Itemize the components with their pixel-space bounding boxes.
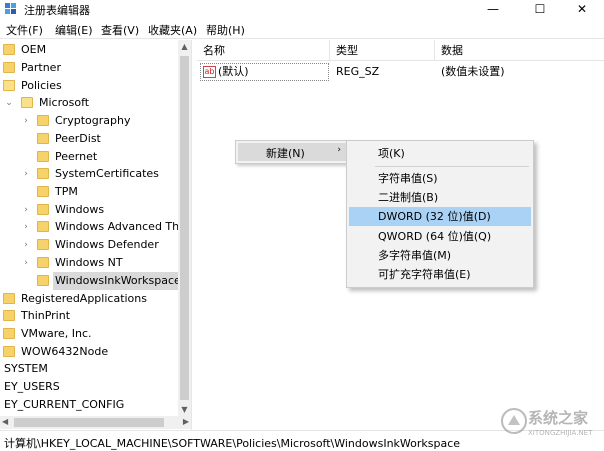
tree-vertical-scrollbar[interactable]: ▲ ▼ [178,40,191,416]
folder-icon [3,310,15,321]
maximize-button[interactable]: ☐ [518,0,562,18]
scroll-right-icon[interactable]: ▶ [183,417,189,426]
column-header-data[interactable]: 数据 [435,40,604,61]
chevron-right-icon: › [337,145,341,155]
menu-file[interactable]: 文件(F) [6,22,43,38]
folder-icon [37,168,49,179]
menu-item-qword-value[interactable]: QWORD (64 位)值(Q) [349,227,531,246]
chevron-down-icon[interactable]: ⌄ [4,94,14,112]
tree-horizontal-scrollbar[interactable]: ◀ ▶ [0,416,191,429]
folder-icon [3,328,15,339]
chevron-right-icon[interactable]: › [21,218,31,236]
folder-icon [37,133,49,144]
scrollbar-thumb[interactable] [180,56,189,400]
watermark: 系统之家 XITONGZHIJIA.NET [498,403,602,449]
scrollbar-thumb[interactable] [14,418,164,427]
menu-item-multi-string-value[interactable]: 多字符串值(M) [349,246,531,265]
watermark-url: XITONGZHIJIA.NET [528,429,593,437]
menu-item-dword-value[interactable]: DWORD (32 位)值(D) [349,207,531,226]
close-button[interactable]: ✕ [560,0,604,18]
folder-open-icon [21,97,33,108]
folder-open-icon [3,80,15,91]
window-title: 注册表编辑器 [24,4,90,17]
registry-editor-icon [5,3,16,14]
chevron-right-icon[interactable]: › [21,201,31,219]
folder-icon [37,204,49,215]
folder-icon [37,239,49,250]
folder-icon [3,62,15,73]
folder-icon [3,293,15,304]
string-value-icon: ab [203,66,216,78]
menu-item-expandable-string-value[interactable]: 可扩充字符串值(E) [349,265,531,284]
menu-view[interactable]: 查看(V) [101,22,139,38]
chevron-right-icon[interactable]: › [21,165,31,183]
context-menu: 新建(N) › [235,140,352,164]
menu-help[interactable]: 帮助(H) [206,22,245,38]
value-row-default[interactable]: ab (默认) REG_SZ (数值未设置) [197,63,604,81]
folder-icon [37,186,49,197]
menu-item-string-value[interactable]: 字符串值(S) [349,169,531,188]
chevron-right-icon[interactable]: › [21,254,31,272]
menu-item-new[interactable]: 新建(N) › [238,143,349,161]
value-type: REG_SZ [336,65,380,78]
title-bar: 注册表编辑器 — ☐ ✕ [0,0,604,18]
status-path: 计算机\HKEY_LOCAL_MACHINE\SOFTWARE\Policies… [4,437,461,450]
menu-item-key[interactable]: 项(K) [349,144,531,163]
registry-tree[interactable]: OEM Partner Policies ⌄ Microsoft › Crypt… [0,40,178,416]
chevron-right-icon[interactable]: › [21,112,31,130]
minimize-button[interactable]: — [471,0,515,18]
column-header-type[interactable]: 类型 [330,40,435,61]
watermark-logo-icon [501,408,527,434]
new-submenu: 项(K) 字符串值(S) 二进制值(B) DWORD (32 位)值(D) QW… [346,140,534,288]
menu-bar: 文件(F) 编辑(E) 查看(V) 收藏夹(A) 帮助(H) [0,19,604,39]
value-name: (默认) [218,65,249,78]
folder-icon [3,44,15,55]
menu-item-binary-value[interactable]: 二进制值(B) [349,188,531,207]
menu-edit[interactable]: 编辑(E) [55,22,93,38]
folder-icon [37,115,49,126]
folder-icon [37,257,49,268]
chevron-right-icon[interactable]: › [21,236,31,254]
folder-icon [37,275,49,286]
column-header-name[interactable]: 名称 [197,40,330,61]
scroll-up-icon[interactable]: ▲ [178,42,191,51]
folder-icon [37,151,49,162]
folder-icon [37,221,49,232]
folder-icon [3,346,15,357]
scroll-down-icon[interactable]: ▼ [178,405,191,414]
menu-favorites[interactable]: 收藏夹(A) [148,22,197,38]
watermark-text: 系统之家 [528,409,589,427]
scroll-left-icon[interactable]: ◀ [2,417,8,426]
value-data: (数值未设置) [441,65,505,78]
menu-separator [375,166,529,167]
